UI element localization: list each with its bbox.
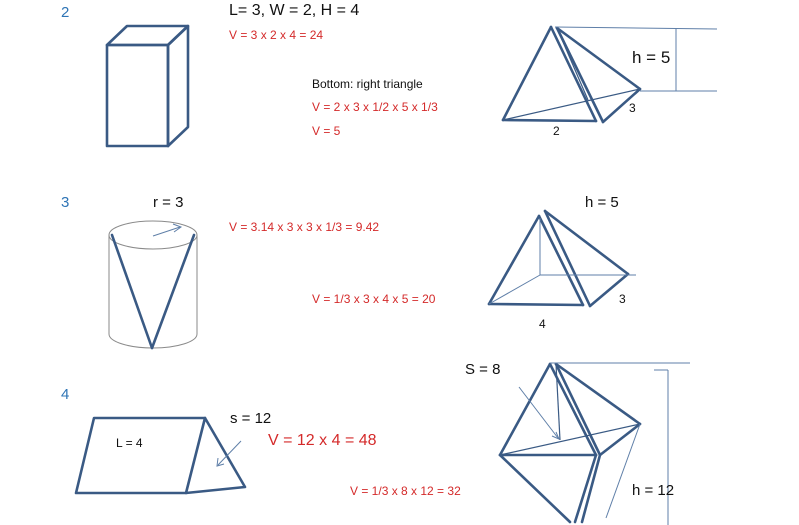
pyramid-height-label: h = 5 xyxy=(632,48,671,67)
cylinder-cone-figure xyxy=(108,220,198,350)
prism-volume-formula: V = 12 x 4 = 48 xyxy=(268,432,377,449)
base-side-label-b: 4 xyxy=(539,317,546,331)
problem-number: 4 xyxy=(61,386,70,403)
prism-length-label: L = 4 xyxy=(116,436,143,450)
base-note: Bottom: right triangle xyxy=(312,77,423,91)
pyramid-volume-result: V = 5 xyxy=(312,124,341,138)
pyramid-height-label: h = 5 xyxy=(585,194,619,211)
base-side-label-a: 3 xyxy=(619,292,626,306)
base-side-label-b: 2 xyxy=(553,124,560,138)
box-volume-formula: V = 3 x 2 x 4 = 24 xyxy=(229,28,324,42)
rectangular-pyramid-figure xyxy=(487,209,636,308)
prism-side-label: s = 12 xyxy=(230,410,272,427)
double-pyramid-volume-formula: V = 1/3 x 8 x 12 = 32 xyxy=(350,484,461,498)
double-pyramid-height-label: h = 12 xyxy=(632,482,675,499)
triangular-pyramid-figure xyxy=(501,25,718,124)
triangular-prism-figure xyxy=(74,416,247,495)
given-dimensions: L= 3, W = 2, H = 4 xyxy=(229,2,360,19)
base-side-label-a: 3 xyxy=(629,101,636,115)
rectangular-box-figure xyxy=(105,24,190,148)
pyramid-volume-formula: V = 2 x 3 x 1/2 x 5 x 1/3 xyxy=(312,100,438,114)
radius-label: r = 3 xyxy=(153,194,184,211)
double-pyramid-figure xyxy=(498,362,690,525)
problem-number: 2 xyxy=(61,4,70,21)
cone-volume-formula: V = 3.14 x 3 x 3 x 1/3 = 9.42 xyxy=(229,220,380,234)
slant-label: S = 8 xyxy=(465,361,501,378)
problem-number: 3 xyxy=(61,194,70,211)
pyramid-volume-formula: V = 1/3 x 3 x 4 x 5 = 20 xyxy=(312,292,436,306)
